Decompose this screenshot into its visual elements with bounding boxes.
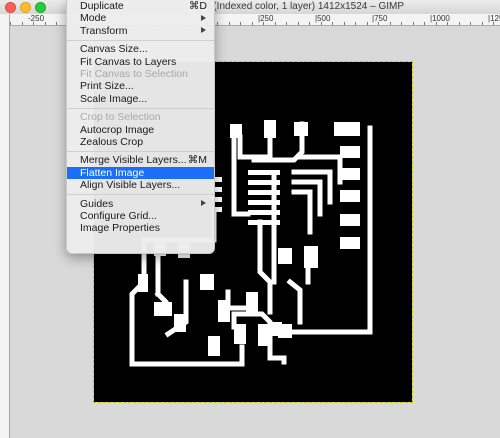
maximize-window-button[interactable] xyxy=(35,2,46,13)
menu-separator xyxy=(67,107,214,109)
menu-item-label: Fit Canvas to Layers xyxy=(80,55,177,68)
menu-item-label: Image Properties xyxy=(80,222,160,235)
menu-item-label: Align Visible Layers... xyxy=(80,179,181,192)
menu-item-label: Zealous Crop xyxy=(80,136,144,148)
submenu-arrow-icon xyxy=(201,14,206,21)
ruler-tick xyxy=(251,22,253,25)
window-title: 0 (Indexed color, 1 layer) 1412x1524 – G… xyxy=(205,1,405,12)
ruler-tick xyxy=(401,22,402,25)
menu-item-guides[interactable]: Guides xyxy=(67,198,214,210)
ruler-tick xyxy=(274,22,276,25)
menu-item-label: Scale Image... xyxy=(80,92,148,105)
ruler-tick xyxy=(435,22,437,25)
menu-item-label: Print Size... xyxy=(80,80,134,93)
ruler-label: |500 xyxy=(315,14,331,23)
menu-separator xyxy=(67,150,214,152)
menu-item-duplicate[interactable]: Duplicate ⌘D xyxy=(67,0,214,12)
menu-item-shortcut: ⌘M xyxy=(187,154,207,167)
ruler-tick xyxy=(493,22,494,25)
close-window-button[interactable] xyxy=(5,2,16,13)
ruler-label: |750 xyxy=(372,14,388,23)
menu-item-label: Guides xyxy=(80,197,114,210)
ruler-tick xyxy=(366,22,368,25)
menu-item-canvas-size[interactable]: Canvas Size... xyxy=(67,43,214,55)
menu-item-label: Fit Canvas to Selection xyxy=(80,68,188,80)
menu-separator xyxy=(67,39,214,41)
menu-item-label: Mode xyxy=(80,12,107,25)
image-menu: Duplicate ⌘D Mode Transform Canvas Size... Fi… xyxy=(66,0,215,254)
ruler-tick xyxy=(355,22,356,25)
menu-item-flatten-image[interactable]: Flatten Image xyxy=(67,166,214,179)
menu-item-label: Configure Grid... xyxy=(80,210,158,222)
submenu-arrow-icon xyxy=(201,27,206,34)
menu-item-print-size[interactable]: Print Size... xyxy=(67,80,214,92)
menu-item-label: Flatten Image xyxy=(80,166,145,179)
menu-item-fit-canvas-to-layers[interactable]: Fit Canvas to Layers xyxy=(67,56,214,68)
submenu-arrow-icon xyxy=(201,200,206,207)
ruler-tick xyxy=(424,22,425,25)
ruler-tick xyxy=(458,22,460,25)
menu-item-merge-visible-layers[interactable]: Merge Visible Layers... ⌘M xyxy=(67,154,214,166)
ruler-label: |1250 xyxy=(488,14,500,23)
ruler-tick xyxy=(33,22,34,25)
ruler-tick xyxy=(412,22,414,25)
ruler-tick xyxy=(297,22,299,25)
menu-item-configure-grid[interactable]: Configure Grid... xyxy=(67,210,214,222)
left-ruler[interactable] xyxy=(0,14,10,438)
menu-item-transform[interactable]: Transform xyxy=(67,25,214,37)
ruler-label: -250 xyxy=(28,14,45,23)
menu-item-autocrop-image[interactable]: Autocrop Image xyxy=(67,124,214,136)
menu-item-crop-to-selection: Crop to Selection xyxy=(67,111,214,123)
minimize-window-button[interactable] xyxy=(20,2,31,13)
ruler-label: |250 xyxy=(258,14,274,23)
ruler-tick xyxy=(378,22,379,25)
ruler-tick xyxy=(56,22,57,25)
menu-item-label: Autocrop Image xyxy=(80,123,155,136)
ruler-tick xyxy=(320,22,322,25)
ruler-tick xyxy=(389,22,391,25)
ruler-tick xyxy=(217,22,218,25)
ruler-tick xyxy=(470,22,471,25)
ruler-tick xyxy=(447,22,448,25)
ruler-tick xyxy=(309,22,310,25)
ruler-tick xyxy=(343,22,345,25)
ruler-tick xyxy=(44,22,46,25)
ruler-tick xyxy=(286,22,287,25)
ruler-tick xyxy=(481,22,483,25)
ruler-tick xyxy=(228,22,230,25)
ruler-tick xyxy=(240,22,241,25)
ruler-tick xyxy=(21,22,23,25)
menu-item-label: Merge Visible Layers... xyxy=(80,154,187,167)
ruler-tick xyxy=(263,22,264,25)
menu-item-scale-image[interactable]: Scale Image... xyxy=(67,93,214,105)
ruler-tick xyxy=(10,22,11,25)
menu-item-label: Transform xyxy=(80,24,128,37)
menu-item-image-properties[interactable]: Image Properties xyxy=(67,222,214,234)
menu-item-label: Canvas Size... xyxy=(80,43,148,56)
menu-item-align-visible-layers[interactable]: Align Visible Layers... xyxy=(67,179,214,191)
menu-item-label: Duplicate xyxy=(80,0,124,12)
menu-item-zealous-crop[interactable]: Zealous Crop xyxy=(67,136,214,148)
menu-item-mode[interactable]: Mode xyxy=(67,12,214,24)
ruler-tick xyxy=(332,22,333,25)
menu-item-fit-canvas-to-selection: Fit Canvas to Selection xyxy=(67,68,214,80)
menu-separator xyxy=(67,194,214,196)
menu-item-shortcut: ⌘D xyxy=(188,0,207,12)
menu-item-label: Crop to Selection xyxy=(80,111,161,124)
